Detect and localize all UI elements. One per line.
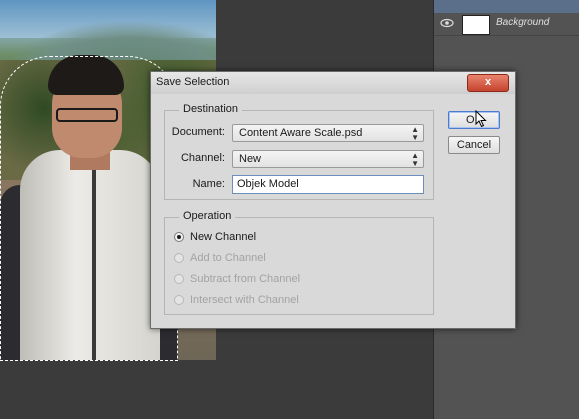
radio-button — [174, 253, 184, 263]
name-input[interactable]: Objek Model — [232, 175, 424, 194]
radio-new-channel[interactable]: New Channel — [174, 229, 256, 245]
name-label: Name: — [192, 178, 225, 190]
layer-row-background[interactable]: Background — [434, 13, 579, 36]
cancel-button[interactable]: Cancel — [448, 136, 500, 154]
radio-add-to-channel: Add to Channel — [174, 250, 266, 266]
close-button[interactable]: x — [467, 74, 509, 92]
save-selection-dialog: Save Selection x Destination Document: C… — [150, 71, 516, 329]
destination-legend: Destination — [179, 103, 243, 115]
radio-intersect-with-channel: Intersect with Channel — [174, 292, 299, 308]
radio-label: Subtract from Channel — [190, 273, 301, 285]
dropdown-arrows-icon: ▲ ▼ — [411, 125, 419, 142]
dialog-titlebar[interactable]: Save Selection x — [151, 72, 515, 94]
radio-label: Add to Channel — [190, 252, 266, 264]
destination-group: Destination Document: Content Aware Scal… — [164, 103, 434, 200]
close-icon: x — [484, 76, 492, 88]
channel-label: Channel: — [180, 152, 225, 164]
operation-legend: Operation — [179, 210, 236, 222]
dialog-title: Save Selection — [156, 76, 230, 88]
mouse-pointer-icon — [475, 110, 487, 128]
dropdown-arrows-icon: ▲ ▼ — [411, 151, 419, 168]
document-label: Document: — [171, 126, 225, 138]
document-select[interactable]: Content Aware Scale.psd ▲ ▼ — [232, 124, 424, 142]
channel-select[interactable]: New ▲ ▼ — [232, 150, 424, 168]
radio-subtract-from-channel: Subtract from Channel — [174, 271, 300, 287]
name-value: Objek Model — [237, 178, 299, 190]
radio-label: New Channel — [190, 231, 257, 243]
channel-value: New — [239, 153, 262, 165]
document-value: Content Aware Scale.psd — [239, 127, 363, 139]
radio-button — [174, 295, 184, 305]
layer-row[interactable] — [434, 0, 579, 14]
eye-icon[interactable] — [440, 18, 454, 30]
ok-button[interactable]: OK — [448, 111, 500, 129]
radio-label: Intersect with Channel — [190, 294, 299, 306]
radio-button — [174, 274, 184, 284]
layer-name-background: Background — [496, 17, 550, 28]
operation-group: Operation New Channel Add to Channel Sub… — [164, 210, 434, 315]
layer-thumbnail — [462, 15, 490, 35]
radio-button-checked[interactable] — [174, 232, 184, 242]
